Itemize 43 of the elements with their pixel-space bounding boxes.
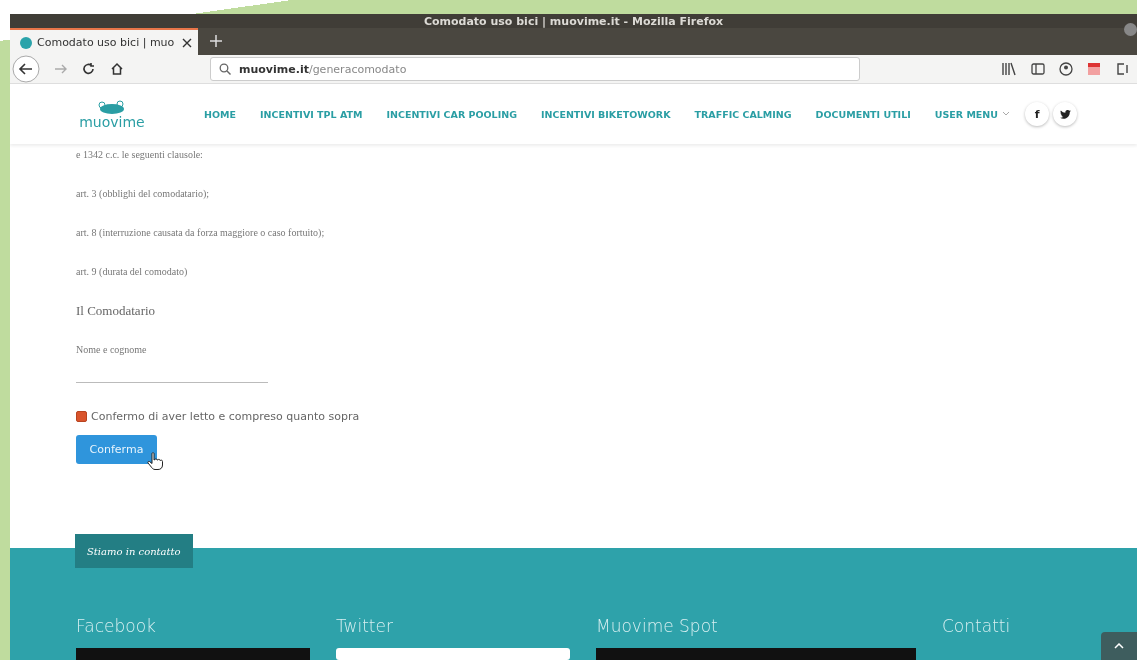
site-logo[interactable]: muovime <box>72 99 152 129</box>
paragraph: Il Comodatario <box>76 304 157 318</box>
paragraph: art. 9 (durata del comodato) <box>76 265 189 279</box>
footer-heading: Twitter <box>336 616 394 636</box>
close-icon[interactable] <box>182 37 192 48</box>
nav-link[interactable]: INCENTIVI BIKETOWORK <box>540 108 671 120</box>
sidebar-icon[interactable] <box>1031 63 1045 75</box>
nav-link[interactable]: INCENTIVI TPL ATM <box>260 108 363 120</box>
footer-badge: Stiamo in contatto <box>75 534 193 568</box>
nav-link[interactable]: USER MENU <box>934 108 1010 120</box>
chevron-up-icon <box>1114 643 1124 649</box>
confirm-button[interactable]: Conferma <box>76 435 157 464</box>
facebook-button[interactable]: f <box>1025 102 1050 126</box>
reload-icon[interactable] <box>82 62 96 76</box>
paragraph: e 1342 c.c. le seguenti clausole: <box>76 148 204 162</box>
nav-link[interactable]: TRAFFIC CALMING <box>694 108 792 120</box>
twitter-button[interactable] <box>1053 102 1078 126</box>
paragraph: Nome e cognome <box>76 343 148 357</box>
paragraph: art. 8 (interruzione causata da forza maggiore o caso fortuito); <box>76 226 326 240</box>
home-icon[interactable] <box>110 62 124 76</box>
plus-icon[interactable] <box>210 35 222 47</box>
bird-icon <box>1059 109 1071 119</box>
calendar-icon[interactable] <box>1087 62 1101 76</box>
globe-icon <box>20 36 32 49</box>
window-title: Comodato uso bici | muovime.it - Mozilla Firefox <box>423 14 724 28</box>
account-icon[interactable] <box>1059 62 1073 76</box>
caret-icon <box>1003 112 1010 116</box>
checkbox[interactable] <box>76 411 87 422</box>
footer-heading: Contatti <box>942 616 1011 636</box>
search-icon <box>219 63 231 75</box>
footer-heading: Facebook <box>76 616 157 636</box>
scroll-top-button[interactable] <box>1101 632 1137 660</box>
browser-tab[interactable]: Comodato uso bici | muo <box>10 28 198 55</box>
hand-cursor-icon <box>147 452 163 470</box>
address-bar[interactable]: muovime.it/generacomodato <box>210 57 860 81</box>
library-icon[interactable] <box>1001 62 1017 76</box>
back-icon[interactable] <box>12 55 40 83</box>
footer-heading: Muovime Spot <box>596 616 719 636</box>
nav-link[interactable]: DOCUMENTI UTILI <box>815 108 911 120</box>
nav-link[interactable]: HOME <box>204 108 236 120</box>
nav-link[interactable]: INCENTIVI CAR POOLING <box>386 108 517 120</box>
checkbox-label: Confermo di aver letto e compreso quanto sopra <box>91 410 360 423</box>
paragraph: art. 3 (obblighi del comodatario); <box>76 187 211 201</box>
